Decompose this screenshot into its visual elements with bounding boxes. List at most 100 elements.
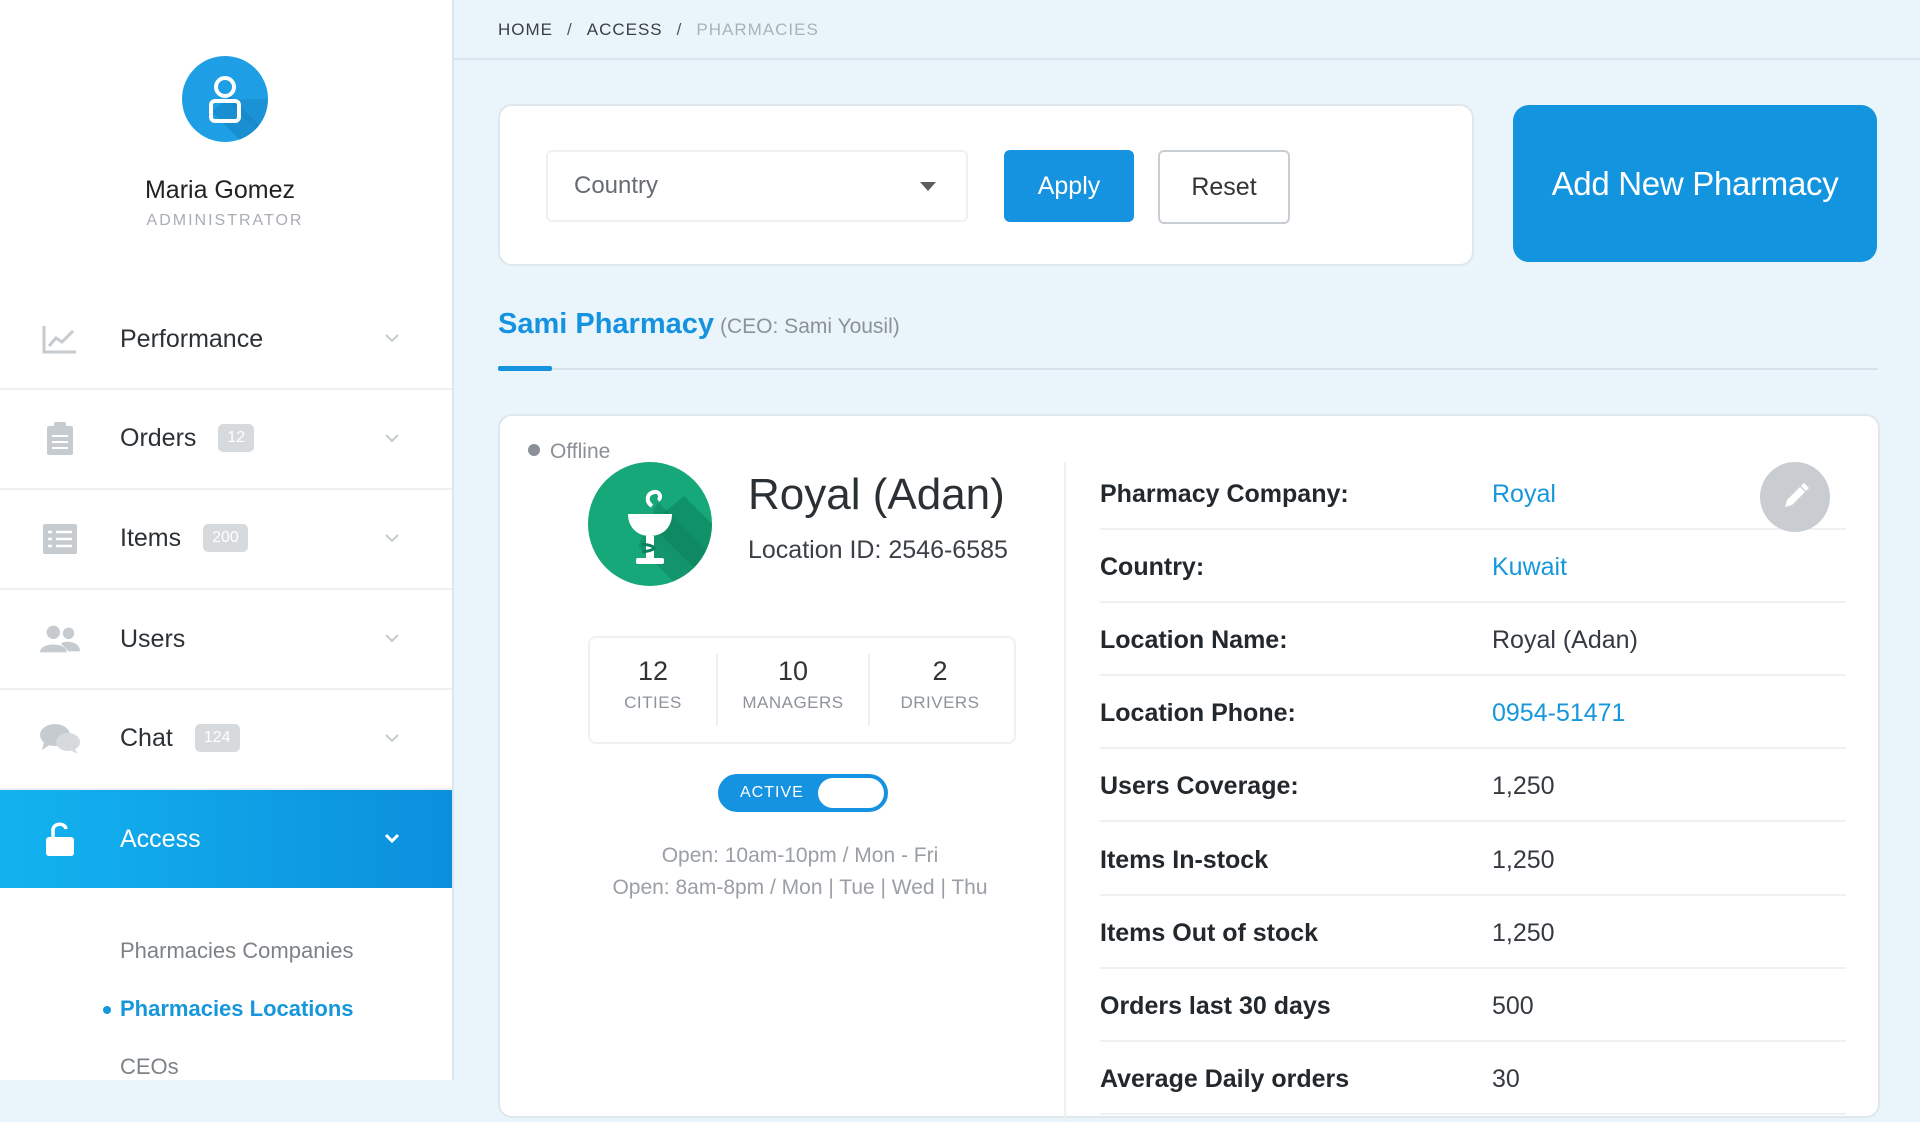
location-phone-link[interactable]: 0954-51471 xyxy=(1492,699,1625,728)
reset-button[interactable]: Reset xyxy=(1158,150,1290,224)
country-link[interactable]: Kuwait xyxy=(1492,553,1567,582)
location-card: Offline Royal (Adan) Location ID: 2546-6… xyxy=(498,414,1880,1122)
status-indicator: Offline xyxy=(528,440,610,464)
edit-button[interactable] xyxy=(1760,462,1830,532)
items-count-badge: 200 xyxy=(203,523,248,552)
tab-divider xyxy=(498,368,1878,370)
opening-hours-alt: Open: 8am-8pm / Mon | Tue | Wed | Thu xyxy=(612,876,988,899)
stat-value: 10 xyxy=(777,656,809,686)
detail-label: Orders last 30 days xyxy=(1100,992,1331,1020)
list-icon xyxy=(40,521,80,557)
opening-hours-weekday: Open: 10am-10pm / Mon - Fri xyxy=(661,844,939,867)
tab-sami-pharmacy[interactable]: Sami Pharmacy (CEO: Sami Yousil) xyxy=(498,308,900,341)
detail-row: Location Phone: 0954-51471 xyxy=(1100,675,1846,749)
chevron-down-icon xyxy=(385,734,399,743)
detail-row: Average Daily orders 30 xyxy=(1100,1041,1846,1115)
detail-label: Items In-stock xyxy=(1100,846,1269,874)
sidebar-item-access[interactable]: Access xyxy=(0,790,452,888)
caret-down-icon xyxy=(920,182,936,191)
sidebar-item-performance[interactable]: Performance xyxy=(0,290,452,390)
sidebar: Maria Gomez ADMINISTRATOR Performance Or… xyxy=(0,0,454,1080)
sidebar-item-label-text: Orders xyxy=(120,424,197,453)
sidebar-item-label: Items 200 xyxy=(120,523,248,553)
detail-label: Location Phone: xyxy=(1100,699,1296,727)
detail-row: Items In-stock 1,250 xyxy=(1100,822,1846,896)
users-icon xyxy=(40,621,80,657)
detail-label: Items Out of stock xyxy=(1100,919,1319,947)
stat-value: 2 xyxy=(932,656,948,686)
breadcrumb-separator: / xyxy=(676,20,683,39)
tab-name: Sami Pharmacy xyxy=(498,308,715,340)
detail-row: Country: Kuwait xyxy=(1100,529,1846,603)
detail-label: Pharmacy Company: xyxy=(1100,480,1349,508)
pharmacy-company-link[interactable]: Royal xyxy=(1492,480,1556,509)
sidebar-item-users[interactable]: Users xyxy=(0,590,452,690)
stat-label: CITIES xyxy=(624,693,682,712)
detail-value: Royal (Adan) xyxy=(1492,626,1638,654)
chat-icon xyxy=(40,721,80,757)
sidebar-item-label: Access xyxy=(120,824,201,853)
chevron-down-icon xyxy=(384,833,400,844)
sidebar-item-orders[interactable]: Orders 12 xyxy=(0,390,452,490)
breadcrumb: HOME / ACCESS / PHARMACIES xyxy=(498,20,819,40)
unlock-icon xyxy=(40,821,80,857)
subnav-pharmacies-companies[interactable]: Pharmacies Companies xyxy=(120,938,354,964)
user-profile: Maria Gomez ADMINISTRATOR xyxy=(0,0,452,250)
chat-count-badge: 124 xyxy=(194,723,240,752)
detail-row: Pharmacy Company: Royal xyxy=(1100,456,1846,530)
status-dot-icon xyxy=(528,444,540,457)
top-bar: HOME / ACCESS / PHARMACIES xyxy=(454,0,1920,60)
toggle-label: ACTIVE xyxy=(740,784,804,801)
sidebar-item-label: Performance xyxy=(120,324,264,353)
stat-label: DRIVERS xyxy=(900,693,980,712)
sidebar-item-label: Users xyxy=(120,624,186,653)
orders-count-badge: 12 xyxy=(218,423,255,452)
sidebar-nav: Performance Orders 12 Items 200 Users Ch… xyxy=(0,290,452,888)
detail-label: Users Coverage: xyxy=(1100,772,1299,800)
user-avatar-icon[interactable] xyxy=(182,56,268,142)
breadcrumb-current: PHARMACIES xyxy=(696,20,819,39)
country-select-value: Country xyxy=(574,172,659,199)
breadcrumb-separator: / xyxy=(567,20,573,39)
sidebar-item-chat[interactable]: Chat 124 xyxy=(0,690,452,790)
pharmacy-bowl-of-hygieia-icon xyxy=(588,462,712,586)
detail-label: Country: xyxy=(1100,553,1205,581)
filter-panel: Country Apply Reset xyxy=(498,104,1474,266)
subnav-pharmacies-locations[interactable]: Pharmacies Locations xyxy=(120,996,354,1022)
current-indicator-dot xyxy=(103,1006,111,1014)
chart-icon xyxy=(40,321,80,357)
pencil-icon xyxy=(1785,483,1809,507)
location-stats: 12 CITIES 10 MANAGERS 2 DRIVERS xyxy=(588,636,1016,744)
chevron-down-icon xyxy=(385,534,399,543)
sidebar-item-items[interactable]: Items 200 xyxy=(0,490,452,590)
detail-value: 1,250 xyxy=(1492,919,1555,947)
country-select[interactable]: Country xyxy=(546,150,968,222)
stat-drivers: 2 DRIVERS xyxy=(870,656,1010,713)
status-text: Offline xyxy=(550,440,611,463)
stat-value: 12 xyxy=(637,656,669,686)
stat-cities: 12 CITIES xyxy=(590,656,716,713)
chevron-down-icon xyxy=(385,334,399,343)
stat-label: MANAGERS xyxy=(742,693,844,712)
card-divider xyxy=(1064,462,1066,1122)
chevron-down-icon xyxy=(385,634,399,643)
breadcrumb-access[interactable]: ACCESS xyxy=(587,20,663,39)
clipboard-icon xyxy=(40,421,80,457)
sidebar-item-label: Orders 12 xyxy=(120,423,255,453)
breadcrumb-home[interactable]: HOME xyxy=(498,20,553,39)
active-toggle[interactable]: ACTIVE xyxy=(718,774,888,812)
subnav-ceos[interactable]: CEOs xyxy=(120,1054,179,1080)
sidebar-item-label-text: Items xyxy=(120,524,182,553)
toggle-knob xyxy=(818,778,884,808)
detail-row: Location Name: Royal (Adan) xyxy=(1100,602,1846,676)
detail-value: 1,250 xyxy=(1492,772,1555,800)
detail-value: 500 xyxy=(1492,992,1534,1020)
location-name: Royal (Adan) xyxy=(748,470,1005,519)
add-new-pharmacy-button[interactable]: Add New Pharmacy xyxy=(1513,105,1877,262)
chevron-down-icon xyxy=(385,434,399,443)
location-id: Location ID: 2546-6585 xyxy=(748,536,1008,564)
tab-active-indicator xyxy=(498,366,552,371)
detail-row: Users Coverage: 1,250 xyxy=(1100,748,1846,822)
sidebar-item-label: Chat 124 xyxy=(120,723,240,753)
apply-button[interactable]: Apply xyxy=(1004,150,1134,222)
